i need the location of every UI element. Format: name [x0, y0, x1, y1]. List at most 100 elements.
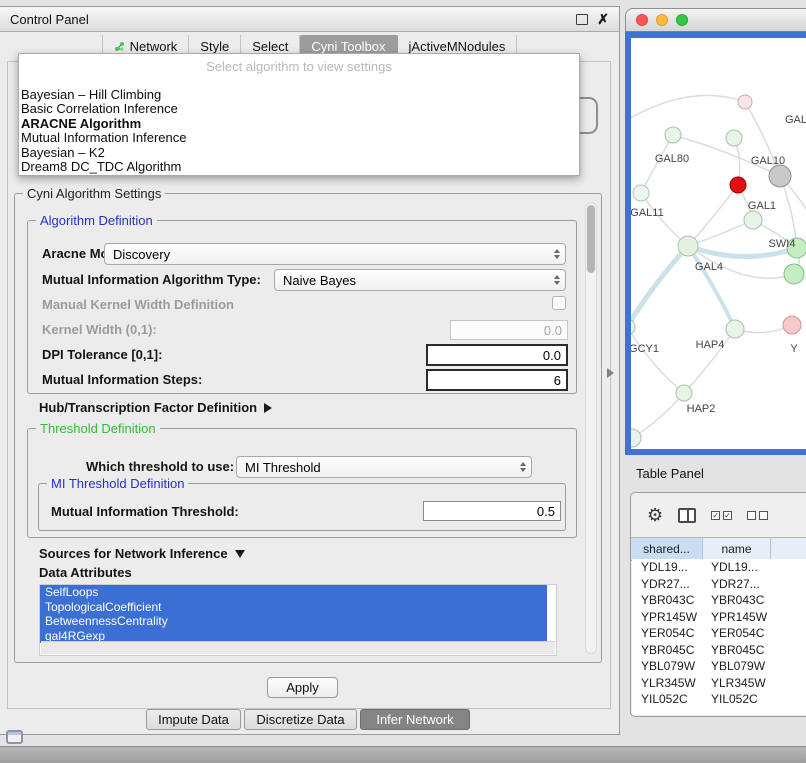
tab-label: Discretize Data: [256, 712, 344, 727]
columns-icon[interactable]: [678, 508, 696, 523]
control-panel-window: Control Panel ✗ Network Style Select: [0, 6, 620, 735]
kernel-width-field[interactable]: 0.0: [450, 320, 568, 340]
tab-label: Style: [200, 39, 229, 54]
table-row[interactable]: YBR045CYBR045C2.: [632, 642, 806, 659]
algorithm-popup-list: Bayesian – Hill ClimbingBasic Correlatio…: [21, 88, 577, 174]
manual-kernel-checkbox[interactable]: [552, 296, 566, 310]
network-node-label: GAL4: [695, 261, 723, 273]
network-node[interactable]: [633, 185, 649, 201]
sources-expander[interactable]: Sources for Network Inference: [39, 546, 245, 561]
tab-label: Infer Network: [376, 712, 453, 727]
network-node-label: GCY1: [631, 343, 659, 355]
network-node[interactable]: [769, 165, 791, 187]
apply-button[interactable]: Apply: [267, 677, 338, 698]
hub-definition-expander[interactable]: Hub/Transcription Factor Definition: [39, 400, 272, 415]
table-row[interactable]: YBR043CYBR043C: [632, 592, 806, 609]
network-node[interactable]: [730, 177, 746, 193]
threshold-definition-group: Threshold Definition Which threshold to …: [27, 428, 577, 538]
algorithm-option[interactable]: Bayesian – K2: [21, 146, 577, 160]
minimize-traffic-button[interactable]: [656, 14, 668, 26]
column-header-shared[interactable]: shared...: [631, 538, 703, 560]
network-node[interactable]: [678, 236, 698, 256]
network-node[interactable]: [676, 385, 692, 401]
minimized-panel-icon[interactable]: [6, 730, 23, 744]
dpi-tolerance-label: DPI Tolerance [0,1]:: [42, 348, 162, 362]
network-node[interactable]: [783, 316, 801, 334]
mi-threshold-group-title: MI Threshold Definition: [47, 476, 188, 491]
control-panel-titlebar[interactable]: Control Panel ✗: [0, 7, 619, 32]
algorithm-option[interactable]: Mutual Information Inference: [21, 131, 577, 145]
network-node[interactable]: [744, 211, 762, 229]
mi-type-select[interactable]: Naive Bayes: [274, 269, 566, 291]
column-header-extra[interactable]: [771, 538, 806, 560]
tab-impute-data[interactable]: Impute Data: [146, 709, 241, 730]
network-window-titlebar[interactable]: [625, 8, 806, 32]
tab-label: Select: [252, 39, 288, 54]
table-cell: YDL19...: [632, 560, 703, 574]
network-node[interactable]: [631, 429, 641, 447]
close-traffic-button[interactable]: [636, 14, 648, 26]
network-edge: [631, 327, 684, 393]
algorithm-option[interactable]: Bayesian – Hill Climbing: [21, 88, 577, 102]
tab-infer-network[interactable]: Infer Network: [360, 709, 470, 730]
network-graph[interactable]: GALGAL80GAL10GAL11GAL1SWI4GAL4GCY1HAP4YH…: [631, 38, 806, 449]
which-threshold-select[interactable]: MI Threshold: [236, 456, 532, 478]
mi-threshold-label: Mutual Information Threshold:: [51, 505, 239, 519]
settings-group-title: Cyni Algorithm Settings: [23, 186, 165, 201]
manual-kernel-label: Manual Kernel Width Definition: [42, 298, 234, 312]
table-cell: YDR27...: [632, 577, 703, 591]
select-all-columns-icon[interactable]: ✓ ✓: [711, 511, 732, 520]
attribute-item[interactable]: SelfLoops: [40, 585, 547, 600]
tab-label: Impute Data: [158, 712, 229, 727]
tab-discretize-data[interactable]: Discretize Data: [244, 709, 357, 730]
splitter-handle[interactable]: [607, 368, 614, 378]
float-window-icon[interactable]: [576, 14, 588, 25]
close-icon[interactable]: ✗: [597, 12, 609, 26]
mi-steps-field[interactable]: 6: [426, 369, 568, 391]
settings-gear-icon[interactable]: ⚙: [647, 506, 663, 524]
table-cell: YLR345W: [703, 676, 771, 690]
network-node[interactable]: [726, 320, 744, 338]
algorithm-option[interactable]: ARACNE Algorithm: [21, 117, 577, 131]
network-node[interactable]: [665, 127, 681, 143]
column-header-name[interactable]: name: [703, 538, 771, 560]
table-cell: 9.: [771, 676, 806, 690]
table-panel-window: ⚙ ✓ ✓ shared... name YDL19...YDL19...13Y…: [630, 492, 806, 717]
settings-scrollbar[interactable]: [585, 202, 597, 654]
deselect-all-columns-icon[interactable]: [747, 511, 768, 520]
table-row[interactable]: YBL079WYBL079W: [632, 658, 806, 675]
table-row[interactable]: YDL19...YDL19...13: [632, 559, 806, 576]
network-node[interactable]: [631, 319, 635, 335]
cyni-settings-group: Cyni Algorithm Settings Algorithm Defini…: [14, 193, 602, 663]
aracne-mode-select[interactable]: Discovery: [104, 243, 566, 265]
network-node-label: GAL10: [751, 155, 785, 167]
scrollbar-thumb[interactable]: [587, 205, 595, 273]
table-row[interactable]: YPR145WYPR145W9.: [632, 609, 806, 626]
data-attributes-list[interactable]: SelfLoopsTopologicalCoefficientBetweenne…: [39, 584, 557, 656]
algorithm-option[interactable]: Dream8 DC_TDC Algorithm: [21, 160, 577, 174]
table-row[interactable]: YLR345WYLR345W9.: [632, 675, 806, 692]
table-row[interactable]: YDR27...YDR27...12: [632, 576, 806, 593]
table-toolbar: ⚙ ✓ ✓: [631, 493, 806, 537]
table-row[interactable]: YIL052CYIL052C: [632, 691, 806, 708]
network-node[interactable]: [784, 264, 804, 284]
network-edge: [631, 246, 688, 327]
table-cell: YDL19...: [703, 560, 771, 574]
algorithm-option[interactable]: Basic Correlation Inference: [21, 102, 577, 116]
network-canvas[interactable]: GALGAL80GAL10GAL11GAL1SWI4GAL4GCY1HAP4YH…: [631, 38, 806, 449]
network-node[interactable]: [726, 130, 742, 146]
network-node-label: GAL1: [748, 200, 776, 212]
table-body: YDL19...YDL19...13YDR27...YDR27...12YBR0…: [632, 559, 806, 715]
mi-threshold-field[interactable]: 0.5: [423, 501, 561, 521]
network-node[interactable]: [738, 95, 752, 109]
table-row[interactable]: YER054CYER054C8.: [632, 625, 806, 642]
zoom-traffic-button[interactable]: [676, 14, 688, 26]
dpi-tolerance-field[interactable]: 0.0: [426, 344, 568, 366]
attribute-item[interactable]: TopologicalCoefficient: [40, 600, 547, 615]
table-cell: YBR045C: [632, 643, 703, 657]
horizontal-scrollbar[interactable]: [41, 641, 555, 654]
table-cell: YIL052C: [632, 692, 703, 706]
attribute-item[interactable]: BetweennessCentrality: [40, 614, 547, 629]
network-edge: [641, 193, 688, 246]
network-node-label: Y: [790, 343, 798, 355]
